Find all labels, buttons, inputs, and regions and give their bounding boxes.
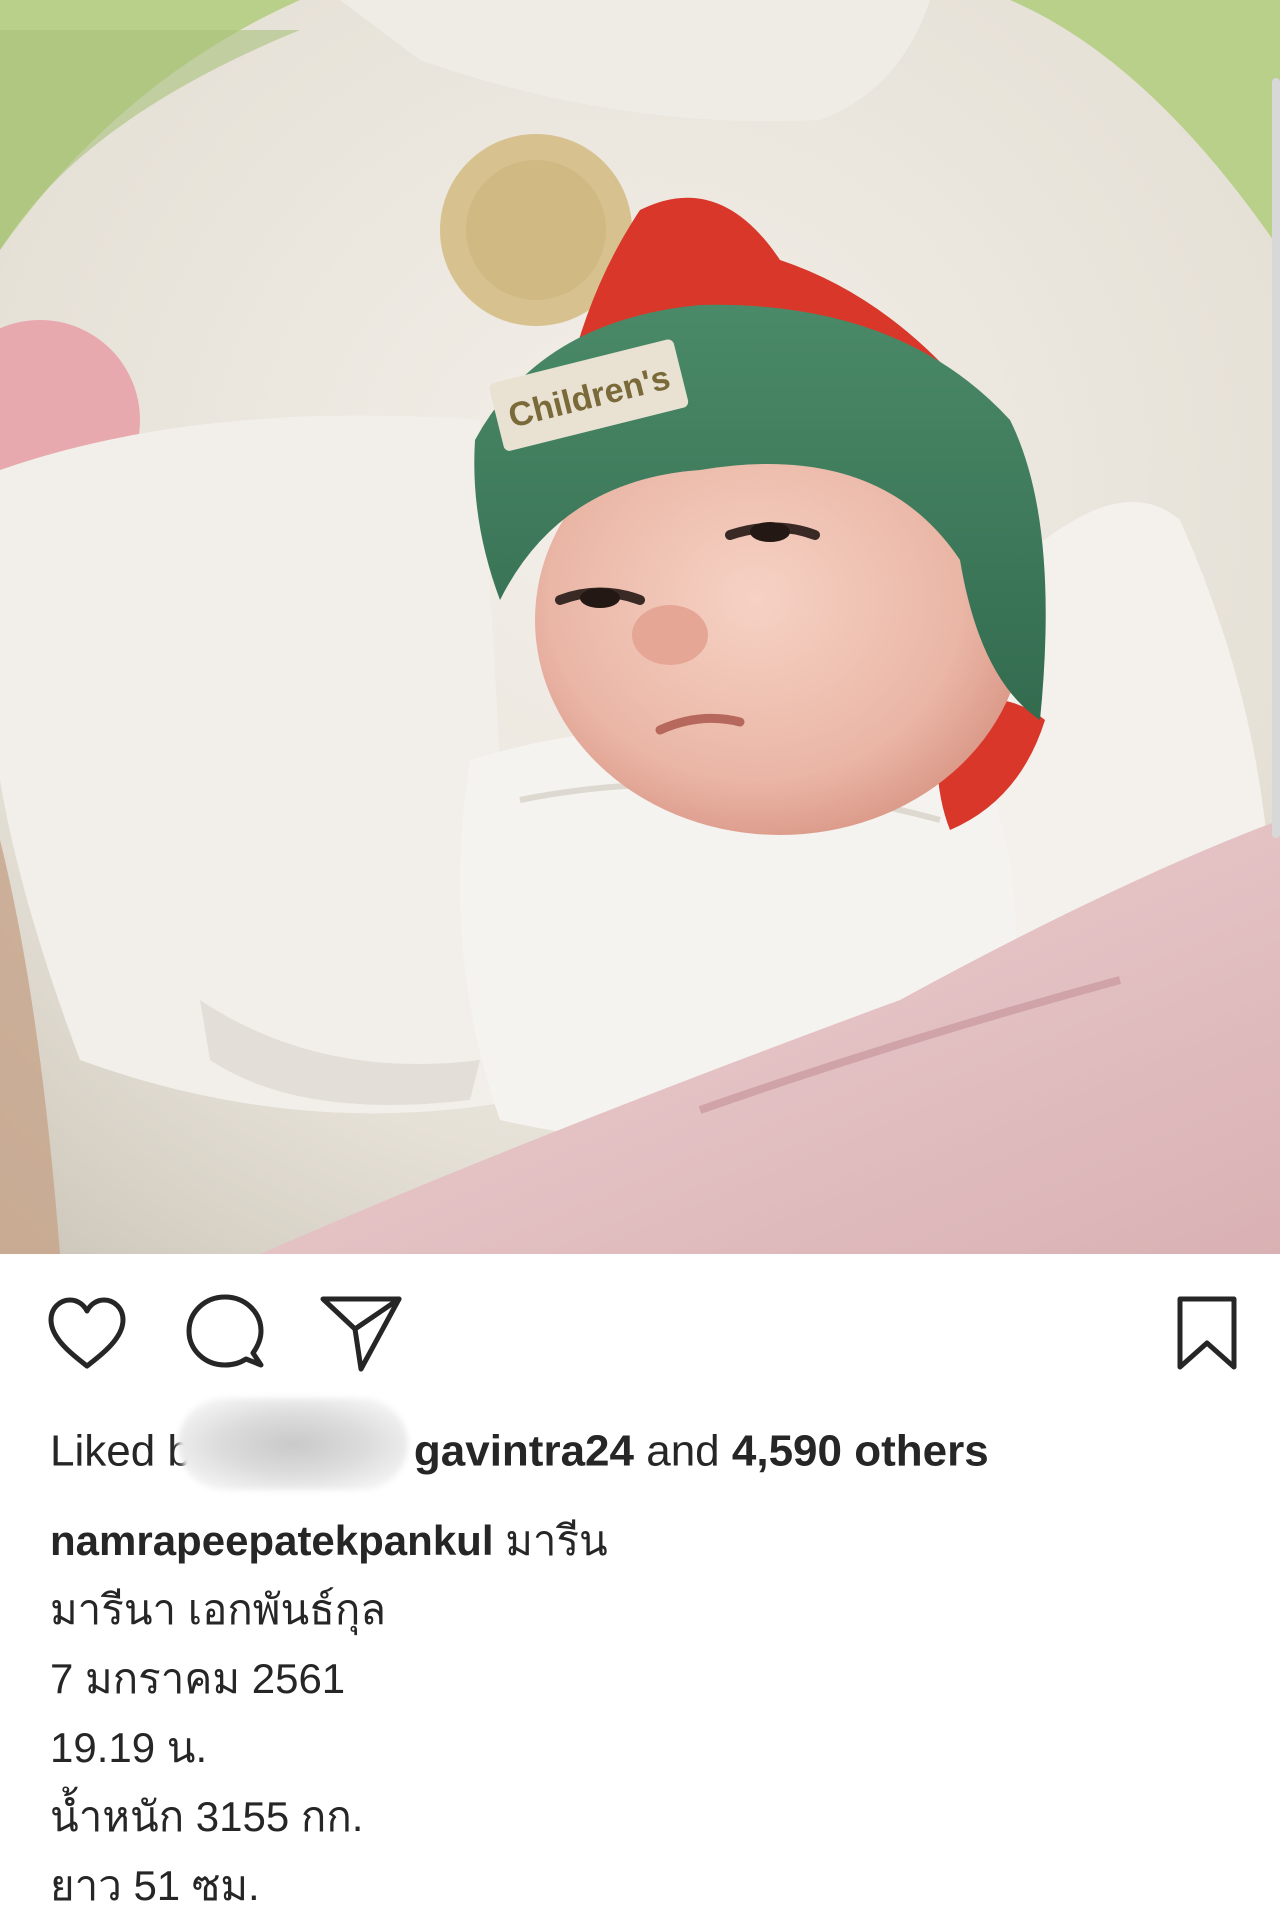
heart-icon	[48, 1297, 126, 1369]
likes-count[interactable]: 4,590 others	[732, 1427, 989, 1476]
likes-summary[interactable]: Liked b gavintra24 and 4,590 others	[50, 1398, 989, 1490]
share-button[interactable]	[318, 1290, 404, 1376]
liked-by-username[interactable]: gavintra24	[414, 1427, 634, 1476]
caption-line: ยาว 51 ซม.	[50, 1862, 260, 1909]
caption-text: มารีน	[505, 1517, 608, 1564]
caption-line: 19.19 น.	[50, 1724, 208, 1771]
post-caption: namrapeepatekpankul มารีน มารีนา เอกพันธ…	[50, 1506, 1230, 1920]
caption-line: น้ำหนัก 3155 กก.	[50, 1793, 364, 1840]
blurred-username	[177, 1398, 408, 1490]
save-button[interactable]	[1164, 1290, 1250, 1376]
likes-connector: and	[646, 1426, 720, 1476]
bookmark-icon	[1177, 1296, 1237, 1370]
send-icon	[320, 1296, 402, 1372]
caption-line: มารีนา เอกพันธ์กุล	[50, 1586, 386, 1633]
comment-button[interactable]	[182, 1290, 268, 1376]
like-button[interactable]	[44, 1290, 130, 1376]
likes-prefix: Liked b	[50, 1426, 192, 1476]
scroll-indicator[interactable]	[1272, 78, 1280, 838]
baby-photo-illustration: Children's	[0, 0, 1280, 1254]
caption-first-line: namrapeepatekpankul มารีน	[50, 1506, 1230, 1575]
caption-line: 7 มกราคม 2561	[50, 1655, 346, 1702]
comment-icon	[186, 1294, 264, 1368]
post-actions-bar	[0, 1290, 1280, 1390]
post-photo[interactable]: Children's	[0, 0, 1280, 1254]
caption-username[interactable]: namrapeepatekpankul	[50, 1517, 494, 1564]
